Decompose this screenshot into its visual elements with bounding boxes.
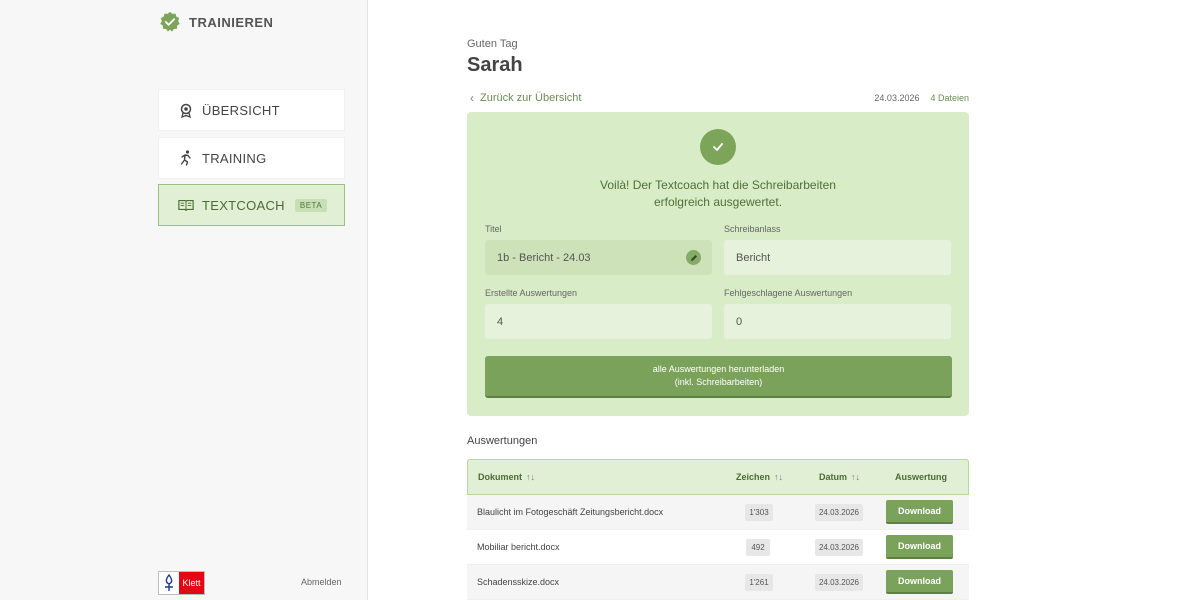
table-header: Dokument ↑↓ Zeichen ↑↓ Datum ↑↓ Auswertung [467,459,969,495]
row-document: Blaulicht im Fotogeschäft Zeitungsberich… [477,507,664,517]
created-value: 4 [497,315,504,328]
klett-logo-text: Klett [179,572,204,594]
title-field[interactable]: 1b - Bericht - 24.03 [485,240,712,275]
header-document-label: Dokument [478,472,523,482]
nav-item-textcoach[interactable]: TEXTCOACH BETA [158,184,345,226]
meta-info: 24.03.2026 4 Dateien [874,93,969,103]
table-row: Blaulicht im Fotogeschäft Zeitungsberich… [467,495,969,530]
meta-files[interactable]: 4 Dateien [930,93,969,103]
logout-link[interactable]: Abmelden [301,577,342,587]
greeting: Guten Tag [467,38,518,50]
created-label: Erstellte Auswertungen [485,288,578,298]
running-person-icon [178,150,194,166]
open-book-icon [178,197,194,213]
klett-logo: Klett [158,571,205,595]
sidebar: TRAINIEREN ÜBERSICHT TRAINING TEXTCOACH … [0,0,368,600]
header-date-label: Datum [819,472,848,482]
row-date: 24.03.2026 [815,539,863,556]
occasion-field: Bericht [724,240,951,275]
download-all-line-1: alle Auswertungen herunterladen [652,364,785,374]
download-button[interactable]: Download [886,500,953,524]
user-name: Sarah [467,54,523,76]
table-row: Mobiliar bericht.docx 492 24.03.2026 Dow… [467,530,969,565]
chevron-left-icon: ‹ [470,91,474,105]
result-panel: Voilà! Der Textcoach hat die Schreibarbe… [467,112,969,416]
beta-badge: BETA [294,198,328,212]
download-all-line-2: (inkl. Schreibarbeiten) [674,377,763,387]
failed-value: 0 [736,315,743,328]
failed-field: 0 [724,304,951,339]
sort-icon: ↑↓ [851,472,861,482]
row-date: 24.03.2026 [815,574,863,591]
brand[interactable]: TRAINIEREN [159,11,273,33]
success-message: Voilà! Der Textcoach hat die Schreibarbe… [467,177,969,211]
header-chars[interactable]: Zeichen ↑↓ [736,472,783,482]
nav-item-training[interactable]: TRAINING [158,137,345,179]
title-label: Titel [485,224,502,234]
award-icon [178,102,194,118]
meta-date: 24.03.2026 [874,93,920,103]
success-check-icon [700,129,736,165]
nav-label-textcoach: TEXTCOACH [202,197,285,213]
header-eval: Auswertung [895,472,948,482]
back-link-label: Zurück zur Übersicht [480,92,582,104]
sort-icon: ↑↓ [774,472,784,482]
download-button[interactable]: Download [886,570,953,594]
row-chars: 1'261 [745,574,773,591]
section-title: Auswertungen [467,435,538,447]
row-chars: 1'303 [745,504,773,521]
nav-label-overview: ÜBERSICHT [202,102,280,118]
title-value: 1b - Bericht - 24.03 [497,251,591,264]
header-document[interactable]: Dokument ↑↓ [478,472,535,482]
failed-label: Fehlgeschlagene Auswertungen [724,288,853,298]
table-row: Schadensskize.docx 1'261 24.03.2026 Down… [467,565,969,600]
pencil-edit-icon[interactable] [686,250,701,265]
header-date[interactable]: Datum ↑↓ [819,472,860,482]
success-line-2: erfolgreich ausgewertet. [653,195,783,209]
created-field: 4 [485,304,712,339]
klett-emblem-icon [159,572,179,594]
row-date: 24.03.2026 [815,504,863,521]
sort-icon: ↑↓ [526,472,536,482]
back-link[interactable]: ‹ Zurück zur Übersicht [470,91,581,105]
success-line-1: Voilà! Der Textcoach hat die Schreibarbe… [600,178,836,192]
header-chars-label: Zeichen [736,472,771,482]
verified-badge-icon [160,11,180,32]
brand-title: TRAINIEREN [189,14,274,30]
row-document: Schadensskize.docx [477,577,560,587]
download-all-button[interactable]: alle Auswertungen herunterladen (inkl. S… [485,356,952,398]
occasion-value: Bericht [736,251,771,264]
row-chars: 492 [746,539,770,556]
occasion-label: Schreibanlass [724,224,781,234]
nav-item-overview[interactable]: ÜBERSICHT [158,89,345,131]
nav-label-training: TRAINING [202,150,267,166]
evaluations-table: Dokument ↑↓ Zeichen ↑↓ Datum ↑↓ Auswertung … [467,459,969,600]
row-document: Mobiliar bericht.docx [477,542,560,552]
download-button[interactable]: Download [886,535,953,559]
